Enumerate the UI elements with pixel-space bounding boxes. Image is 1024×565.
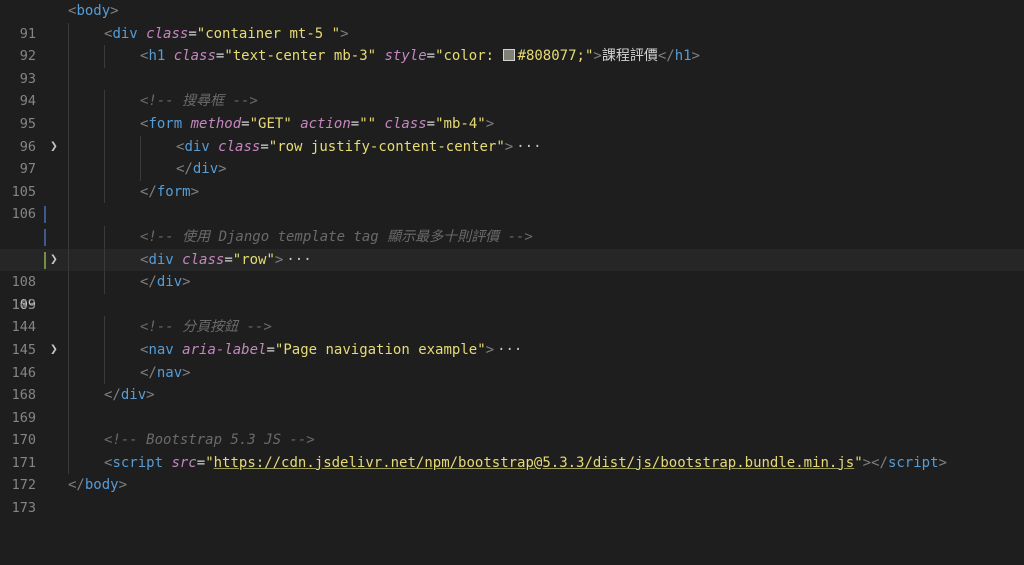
code-text: <!-- 分頁按鈕 --> xyxy=(140,319,272,336)
code-line[interactable]: 106 </form> xyxy=(0,180,1024,222)
code-line[interactable]: 107 xyxy=(0,203,1024,268)
code-text: <div class="row justify-content-center">… xyxy=(176,138,542,155)
code-line[interactable]: 93 <h1 class="text-center mb-3" style="c… xyxy=(0,45,1024,87)
code-text: <div class="container mt-5 "> xyxy=(104,25,349,42)
code-line[interactable]: 143 </div> xyxy=(0,271,1024,313)
code-text: <!-- 搜尋框 --> xyxy=(140,93,258,110)
code-line[interactable]: 97 ❯ <div class="row justify-content-cen… xyxy=(0,135,1024,177)
code-text: </div> xyxy=(176,161,227,178)
indent-guide xyxy=(68,67,69,91)
indent-guide xyxy=(68,203,69,226)
code-text: <!-- Bootstrap 5.3 JS --> xyxy=(104,432,315,449)
code-line[interactable]: 170 xyxy=(0,406,1024,448)
folded-ellipsis[interactable]: ··· xyxy=(494,342,522,358)
cdn-link[interactable]: https://cdn.jsdelivr.net/npm/bootstrap@5… xyxy=(214,455,855,471)
git-change-marker[interactable] xyxy=(44,251,46,269)
code-line[interactable]: 168 </nav> xyxy=(0,361,1024,403)
code-line[interactable]: 172 <script src="https://cdn.jsdelivr.ne… xyxy=(0,451,1024,493)
git-change-marker[interactable] xyxy=(44,206,46,224)
code-line[interactable]: 173 </body> xyxy=(0,474,1024,516)
code-line[interactable]: 95 <!-- 搜尋框 --> xyxy=(0,90,1024,132)
code-line[interactable]: 91 <body> xyxy=(0,0,1024,42)
code-line[interactable]: 105 </div> xyxy=(0,158,1024,200)
code-text: <!-- 使用 Django template tag 顯示最多十則評價 --> xyxy=(140,228,533,245)
indent-guide xyxy=(68,293,69,317)
code-text: </body> xyxy=(68,477,128,494)
code-text: </form> xyxy=(140,183,200,200)
code-line[interactable]: 144 xyxy=(0,293,1024,335)
git-change-marker[interactable] xyxy=(44,228,46,246)
code-text: <div class="row"> ··· xyxy=(140,251,312,268)
color-swatch-icon[interactable] xyxy=(502,49,515,62)
code-text: </div> xyxy=(140,274,191,291)
code-line[interactable]: 146 ❯ <nav aria-label="Page navigation e… xyxy=(0,338,1024,381)
code-line[interactable]: 108 <!-- 使用 Django template tag 顯示最多十則評價… xyxy=(0,225,1024,290)
code-line[interactable]: 171 <!-- Bootstrap 5.3 JS --> xyxy=(0,429,1024,471)
code-line-current[interactable]: 109 ❯ <div class="row"> ··· xyxy=(0,248,1024,313)
code-line[interactable]: 94 xyxy=(0,67,1024,109)
code-text: <nav aria-label="Page navigation example… xyxy=(140,341,523,358)
code-line[interactable]: 145 <!-- 分頁按鈕 --> xyxy=(0,316,1024,358)
chevron-right-icon[interactable]: ❯ xyxy=(50,136,60,159)
code-line[interactable]: 96 <form method="GET" action="" class="m… xyxy=(0,112,1024,155)
chevron-right-icon[interactable]: ❯ xyxy=(50,339,60,362)
folded-ellipsis[interactable]: ··· xyxy=(283,252,311,268)
folded-ellipsis[interactable]: ··· xyxy=(513,139,541,155)
indent-guide xyxy=(68,406,69,430)
code-text: </div> xyxy=(104,387,155,404)
code-line[interactable]: 169 </div> xyxy=(0,384,1024,426)
code-text: <script src="https://cdn.jsdelivr.net/np… xyxy=(104,454,947,471)
line-number: 173 xyxy=(11,500,36,517)
code-text: <h1 class="text-center mb-3" style="colo… xyxy=(140,48,700,65)
code-editor[interactable]: 91 <body> 92 <div class="container mt-5 … xyxy=(0,0,1024,516)
chevron-right-icon[interactable]: ❯ xyxy=(50,249,60,272)
code-text: </nav> xyxy=(140,364,191,381)
code-line[interactable]: 92 <div class="container mt-5 "> xyxy=(0,22,1024,64)
code-text: <body> xyxy=(68,3,119,19)
code-text: <form method="GET" action="" class="mb-4… xyxy=(140,115,495,132)
